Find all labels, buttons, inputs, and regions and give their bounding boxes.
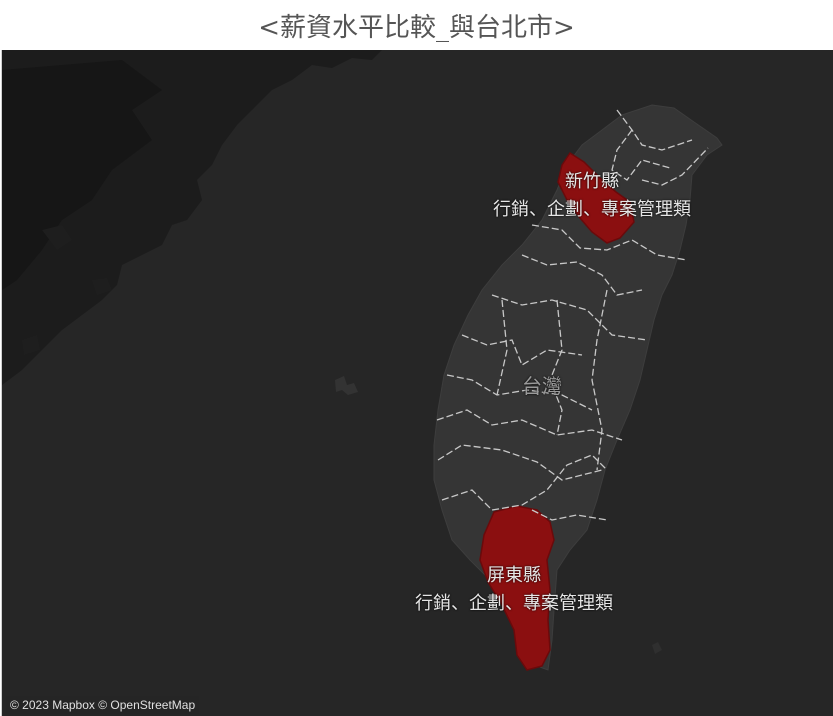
region-name: 屏東縣 <box>487 565 541 586</box>
map-attribution[interactable]: © 2023 Mapbox © OpenStreetMap <box>6 696 200 714</box>
green-island <box>652 642 662 654</box>
penghu-islands <box>335 376 358 395</box>
island-label: 台灣 <box>522 374 562 398</box>
region-category: 行銷、企劃、專案管理類 <box>415 593 613 614</box>
region-category: 行銷、企劃、專案管理類 <box>493 199 691 220</box>
region-label-pingtung: 屏東縣 行銷、企劃、專案管理類 <box>394 562 634 618</box>
region-label-hsinchu: 新竹縣 行銷、企劃、專案管理類 <box>472 168 712 224</box>
chart-title: <薪資水平比較_與台北市> <box>258 12 575 43</box>
map-view[interactable]: 新竹縣 行銷、企劃、專案管理類 台灣 屏東縣 行銷、企劃、專案管理類 © 202… <box>1 50 833 716</box>
region-name: 新竹縣 <box>565 171 619 192</box>
